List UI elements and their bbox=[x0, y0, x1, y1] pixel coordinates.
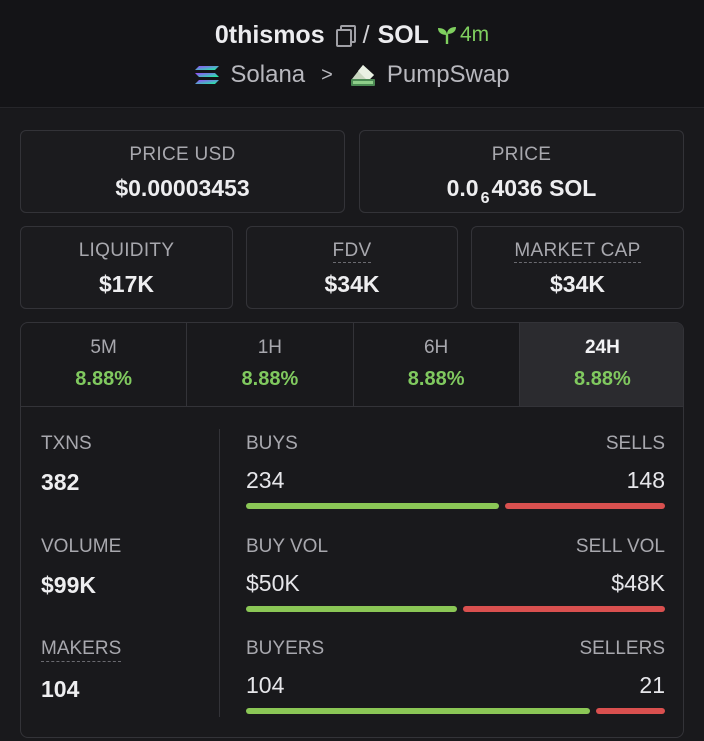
fdv-card: FDV $34K bbox=[246, 226, 458, 309]
volume-label: VOLUME bbox=[41, 536, 122, 557]
price-native-card: PRICE 0.0 64036 SOL bbox=[359, 130, 684, 213]
stats-divider bbox=[219, 429, 220, 717]
buyers-sellers-bar bbox=[246, 708, 665, 714]
chevron-right-icon: > bbox=[321, 63, 333, 86]
tab-label: 6H bbox=[423, 337, 449, 358]
sellers-bar-fill bbox=[596, 708, 665, 714]
volume-value: $99K bbox=[41, 572, 96, 598]
timeframe-tabs: 5M 8.88% 1H 8.88% 6H 8.88% 24H 8.88% bbox=[21, 323, 683, 407]
tab-label: 5M bbox=[90, 337, 117, 358]
price-native-label: PRICE bbox=[491, 144, 552, 165]
chain-name[interactable]: Solana bbox=[230, 61, 305, 89]
price-usd-label: PRICE USD bbox=[129, 144, 236, 165]
volume-bar bbox=[246, 606, 665, 612]
liquidity-label: LIQUIDITY bbox=[78, 240, 175, 261]
buyers-label: BUYERS bbox=[246, 638, 325, 659]
liquidity-card: LIQUIDITY $17K bbox=[20, 226, 233, 309]
solana-icon bbox=[195, 66, 220, 84]
buyers-bar-fill bbox=[246, 708, 590, 714]
pair-age: 4m bbox=[437, 23, 489, 47]
trading-stats: 5M 8.88% 1H 8.88% 6H 8.88% 24H 8.88% TXN… bbox=[20, 322, 684, 738]
buy-vol-value: $50K bbox=[246, 570, 300, 596]
chain-breadcrumb: Solana > PumpSwap bbox=[0, 58, 704, 92]
tab-5m[interactable]: 5M 8.88% bbox=[21, 323, 188, 406]
tab-change: 8.88% bbox=[241, 368, 299, 390]
txns-metric: TXNS 382 bbox=[41, 433, 92, 496]
sell-bar-fill bbox=[505, 503, 665, 509]
dex-name[interactable]: PumpSwap bbox=[387, 61, 510, 89]
quote-token: SOL bbox=[377, 20, 429, 49]
tab-24h[interactable]: 24H 8.88% bbox=[519, 323, 683, 406]
txns-value: 382 bbox=[41, 469, 80, 495]
price-native-prefix: 0.0 bbox=[446, 175, 479, 201]
tab-label: 1H bbox=[257, 337, 283, 358]
price-native-value: 0.0 64036 SOL bbox=[360, 175, 683, 207]
sells-label: SELLS bbox=[605, 433, 665, 454]
txns-label: TXNS bbox=[41, 433, 92, 454]
sprout-icon bbox=[437, 27, 456, 44]
pair-title: 0thismos / SOL 4m bbox=[0, 18, 704, 52]
fdv-value: $34K bbox=[324, 271, 380, 297]
buys-sells-bar bbox=[246, 503, 665, 509]
pair-separator: / bbox=[362, 20, 370, 49]
sells-value: 148 bbox=[626, 467, 665, 493]
tab-change: 8.88% bbox=[75, 368, 132, 390]
tab-6h[interactable]: 6H 8.88% bbox=[354, 323, 520, 406]
price-native-suffix: 4036 SOL bbox=[491, 175, 597, 201]
buys-value: 234 bbox=[246, 467, 285, 493]
sellers-value: 21 bbox=[639, 672, 665, 698]
copy-icon[interactable] bbox=[335, 24, 356, 47]
buys-sells-split: BUYS SELLS 234 148 bbox=[246, 433, 665, 509]
volume-metric: VOLUME $99K bbox=[41, 536, 121, 599]
pair-header: 0thismos / SOL 4m Solana > PumpSwap bbox=[0, 0, 704, 108]
makers-value: 104 bbox=[41, 676, 80, 702]
buys-label: BUYS bbox=[246, 433, 298, 454]
buy-vol-label: BUY VOL bbox=[246, 536, 329, 557]
age-value: 4m bbox=[459, 23, 490, 46]
sell-vol-bar-fill bbox=[463, 606, 665, 612]
market-cap-value: $34K bbox=[550, 271, 605, 297]
fdv-label[interactable]: FDV bbox=[332, 240, 372, 263]
price-native-zero-count: 6 bbox=[480, 190, 490, 207]
market-cap-label[interactable]: MARKET CAP bbox=[514, 240, 641, 263]
tab-1h[interactable]: 1H 8.88% bbox=[187, 323, 354, 406]
makers-metric: MAKERS 104 bbox=[41, 638, 122, 703]
pumpswap-icon bbox=[350, 65, 375, 86]
token-name[interactable]: 0thismos bbox=[215, 21, 325, 50]
buyers-sellers-split: BUYERS SELLERS 104 21 bbox=[246, 638, 665, 714]
liquidity-value: $17K bbox=[99, 271, 154, 297]
market-cap-card: MARKET CAP $34K bbox=[471, 226, 684, 309]
price-usd-card: PRICE USD $0.00003453 bbox=[20, 130, 345, 213]
buy-bar-fill bbox=[246, 503, 499, 509]
buy-vol-bar-fill bbox=[246, 606, 457, 612]
makers-label[interactable]: MAKERS bbox=[41, 638, 122, 662]
tab-label: 24H bbox=[584, 337, 620, 358]
sell-vol-value: $48K bbox=[611, 570, 665, 596]
buy-sell-volume-split: BUY VOL SELL VOL $50K $48K bbox=[246, 536, 665, 612]
tab-change: 8.88% bbox=[574, 368, 631, 390]
sell-vol-label: SELL VOL bbox=[575, 536, 665, 557]
sellers-label: SELLERS bbox=[579, 638, 665, 659]
tab-change: 8.88% bbox=[407, 368, 465, 390]
buyers-value: 104 bbox=[246, 672, 285, 698]
price-usd-value: $0.00003453 bbox=[115, 175, 250, 201]
